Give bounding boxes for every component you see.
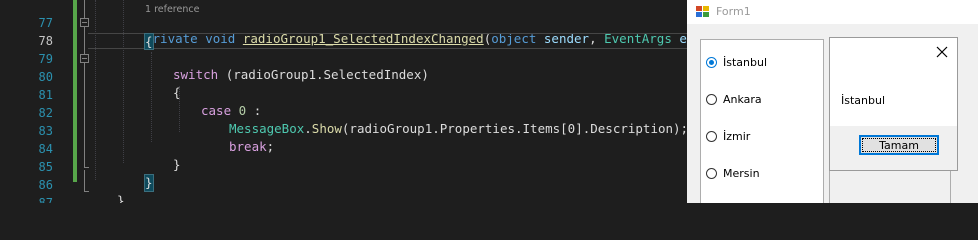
radio-label: Ankara — [723, 92, 762, 106]
radio-button[interactable] — [706, 167, 717, 179]
ok-button-label: Tamam — [879, 138, 919, 152]
codelens-references[interactable]: 1 reference — [145, 4, 199, 15]
message-text: İstanbul — [841, 94, 886, 107]
window-title: Form1 — [716, 5, 751, 18]
code-line-85: } — [0, 159, 687, 192]
radio-izmir[interactable]: İzmir — [706, 128, 750, 144]
radio-istanbul[interactable]: İstanbul — [706, 54, 767, 70]
code-line-86: } — [0, 177, 687, 203]
code-line-80: { — [0, 69, 687, 100]
close-icon — [936, 46, 948, 58]
outline-line — [84, 27, 85, 54]
code-line-81: case 0 : — [0, 87, 687, 118]
form1-window: Form1 İstanbul Ankara İzmir Mersin İstan… — [687, 0, 978, 203]
radio-button[interactable] — [706, 93, 717, 105]
code-line-84: } — [0, 141, 687, 172]
radio-mersin[interactable]: Mersin — [706, 165, 760, 181]
radio-button-checked[interactable] — [706, 56, 717, 68]
radio-label: İstanbul — [723, 55, 768, 69]
message-box-dialog: İstanbul Tamam — [829, 37, 958, 171]
code-line-77: private void radioGroup1_SelectedIndexCh… — [0, 15, 687, 46]
dialog-footer: Tamam — [830, 126, 957, 170]
close-button[interactable] — [931, 41, 953, 63]
code-line-87: } — [0, 195, 687, 203]
code-line-82: MessageBox.Show(radioGroup1.Properties.I… — [0, 105, 687, 136]
radio-ankara[interactable]: Ankara — [706, 91, 762, 107]
code-editor[interactable]: 77 78 79 80 81 82 83 84 85 86 87 1 refer… — [0, 0, 687, 203]
matched-brace: { — [144, 33, 154, 50]
radio-group: İstanbul Ankara İzmir Mersin — [700, 39, 824, 203]
radio-label: İzmir — [723, 129, 751, 143]
ok-button[interactable]: Tamam — [859, 135, 939, 155]
code-line-79: switch (radioGroup1.SelectedIndex) — [0, 51, 687, 82]
radio-label: Mersin — [723, 166, 760, 180]
winforms-app-icon — [696, 6, 709, 18]
code-line-83: break; — [0, 123, 687, 154]
code-line-78: { — [88, 33, 687, 50]
radio-button[interactable] — [706, 130, 717, 142]
title-bar[interactable]: Form1 — [687, 0, 978, 24]
